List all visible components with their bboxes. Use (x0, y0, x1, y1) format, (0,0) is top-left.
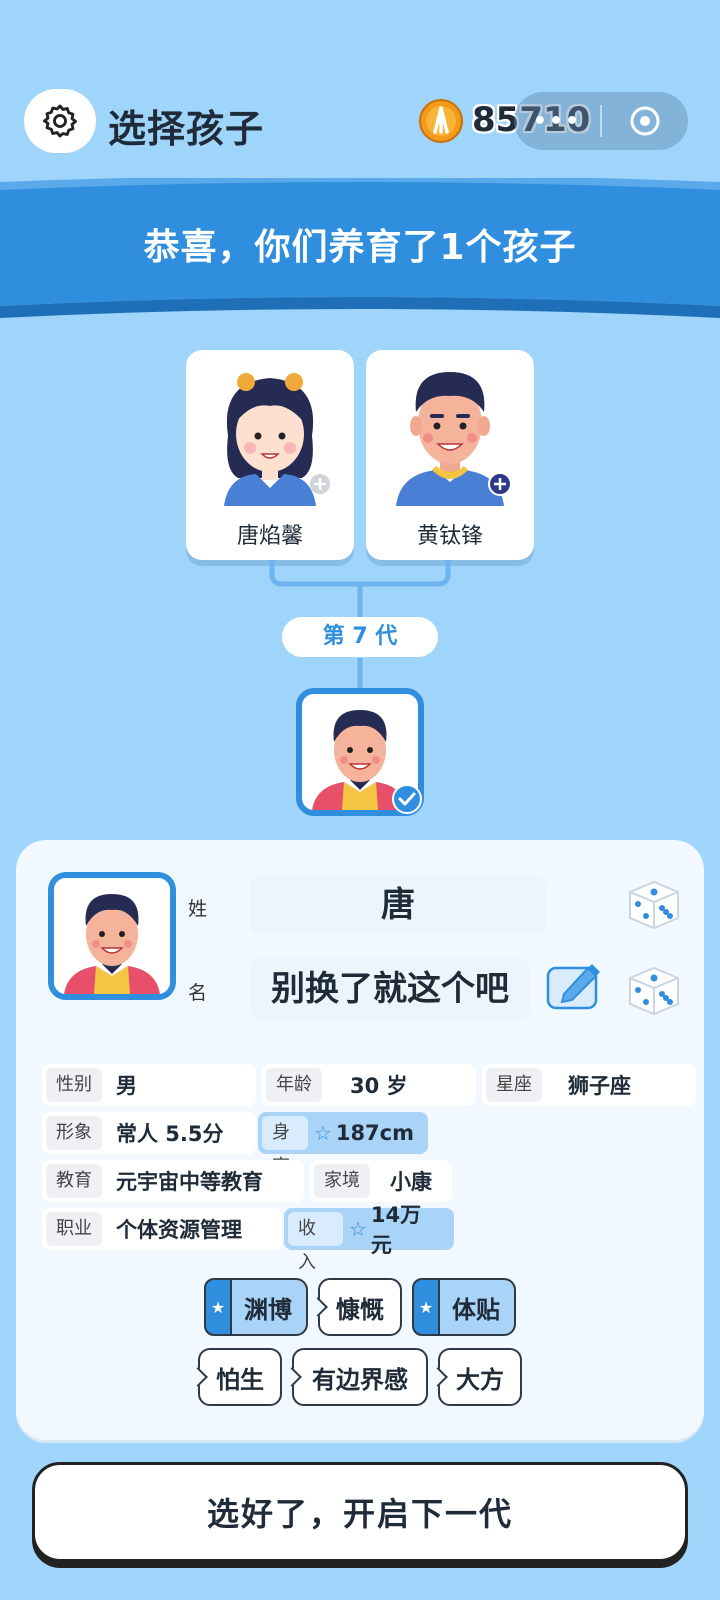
given-name-field: 别换了就这个吧 (250, 958, 530, 1020)
edit-name-icon[interactable] (544, 954, 606, 1016)
trait-label: 慷慨 (336, 1295, 384, 1324)
trait-label: 体贴 (452, 1295, 500, 1324)
attr-age: 年龄 30 岁 (262, 1064, 476, 1106)
coin-icon (419, 99, 463, 143)
attr-gender: 性别 男 (42, 1064, 256, 1106)
attr-value: 常人 5.5分 (116, 1122, 224, 1146)
trait-tag: ★ 体贴 (412, 1278, 516, 1336)
attr-key: 收入 (288, 1212, 343, 1273)
surname-label: 姓 (188, 898, 208, 920)
settings-button[interactable] (24, 89, 96, 153)
attr-key: 年龄 (266, 1068, 322, 1102)
trait-label: 大方 (456, 1365, 504, 1394)
attr-height: 身高 ☆ 187cm (258, 1112, 428, 1177)
trait-tag: 慷慨 (308, 1278, 402, 1336)
attr-income: 收入 ☆ 14万元 (284, 1203, 454, 1273)
trait-tag: 大方 (428, 1348, 522, 1406)
attr-zodiac: 星座 狮子座 (482, 1064, 696, 1106)
page-title: 选择孩子 (108, 107, 265, 151)
confirm-next-generation-button[interactable]: 选好了，开启下一代 (32, 1462, 688, 1562)
mother-name: 唐焰馨 (236, 524, 303, 549)
trait-tag: 有边界感 (282, 1348, 428, 1406)
mother-portrait-icon (224, 373, 330, 506)
attr-value: 14万元 (370, 1203, 422, 1257)
congrats-text: 恭喜，你们养育了1个孩子 (143, 227, 577, 268)
attr-key: 性别 (46, 1068, 102, 1102)
attr-key: 家境 (314, 1164, 370, 1198)
attr-value: 小康 (390, 1170, 432, 1194)
attr-key: 教育 (46, 1164, 102, 1198)
trait-tag: 怕生 (188, 1348, 282, 1406)
parent-card-mother[interactable]: 唐焰馨 (186, 350, 354, 560)
close-button[interactable] (602, 92, 688, 150)
attr-value: 元宇宙中等教育 (116, 1170, 263, 1194)
attr-value: 30 岁 (350, 1074, 408, 1098)
star-icon: ☆ (313, 1121, 332, 1145)
attr-value: 狮子座 (568, 1074, 631, 1098)
selected-check-icon (392, 784, 422, 814)
attr-value: 个体资源管理 (116, 1218, 242, 1242)
attr-occupation: 职业 个体资源管理 (42, 1208, 282, 1250)
star-icon: ★ (412, 1278, 440, 1336)
attr-key: 职业 (46, 1212, 102, 1246)
more-button[interactable]: ••• (514, 92, 600, 150)
child-avatar (48, 872, 176, 1000)
star-icon: ★ (204, 1278, 232, 1336)
attr-key: 星座 (486, 1068, 542, 1102)
father-portrait-icon (396, 372, 512, 506)
attr-value: 男 (116, 1074, 137, 1098)
trait-label: 有边界感 (312, 1365, 408, 1394)
attr-value: 187cm (335, 1121, 414, 1145)
parent-card-father[interactable]: 黄钛锋 (366, 350, 534, 560)
given-name-label: 名 (188, 982, 208, 1004)
reroll-surname-dice-icon[interactable] (624, 874, 682, 932)
father-name: 黄钛锋 (416, 524, 483, 549)
attr-key: 身高 (262, 1116, 308, 1177)
gear-icon (43, 104, 77, 138)
close-circle-icon (630, 106, 660, 136)
mini-program-capsule: ••• (514, 92, 688, 150)
child-avatar-icon (54, 878, 170, 994)
attr-family-wealth: 家境 小康 (310, 1160, 452, 1202)
generation-badge: 第 7 代 (282, 617, 438, 657)
star-icon: ☆ (348, 1217, 367, 1241)
more-icon: ••• (532, 108, 582, 134)
trait-label: 渊博 (244, 1295, 292, 1324)
trait-label: 怕生 (216, 1365, 264, 1394)
trait-tag: ★ 渊博 (204, 1278, 308, 1336)
attr-key: 形象 (46, 1116, 102, 1150)
attr-education: 教育 元宇宙中等教育 (42, 1160, 304, 1202)
attr-appearance: 形象 常人 5.5分 (42, 1112, 256, 1154)
reroll-given-name-dice-icon[interactable] (624, 960, 682, 1018)
surname-field: 唐 (250, 876, 546, 934)
